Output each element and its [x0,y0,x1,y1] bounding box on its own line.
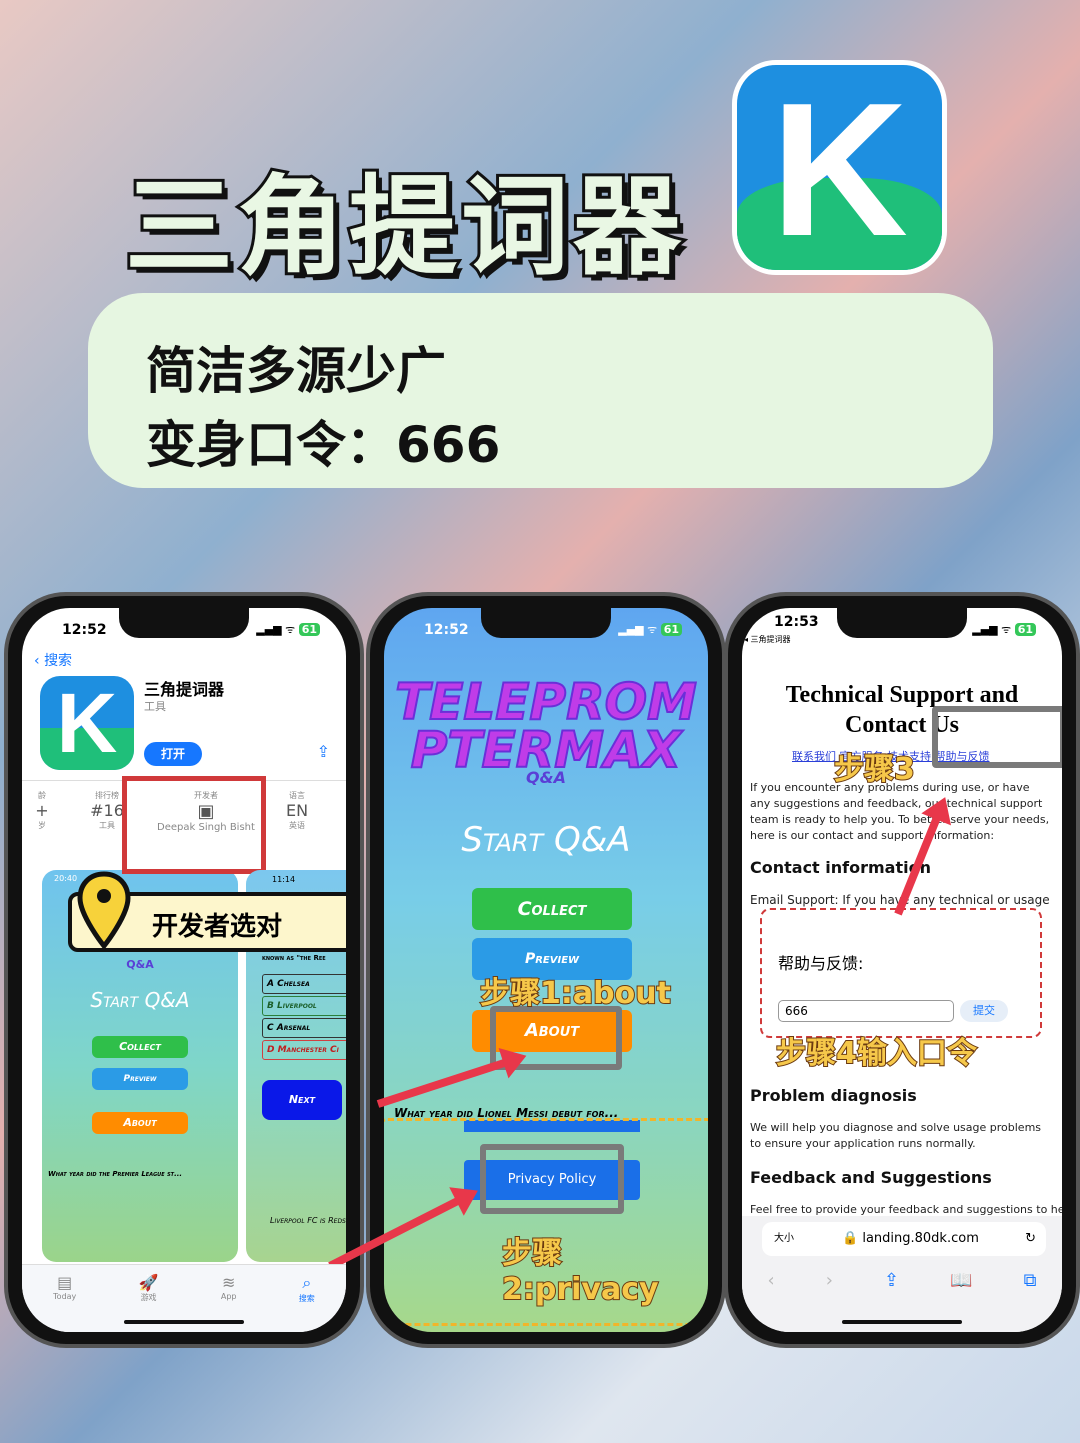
shot2-time: 11:14 [272,875,296,884]
step-1-label: 步骤1:about [479,975,672,1012]
url-text: landing.80dk.com [862,1231,979,1246]
phone-support-page: 12:53 ◂ 三角提词器 ▂▄▆ ᯤ 61 Technical Support… [724,592,1080,1348]
link-contact[interactable]: 联系我们 [792,750,836,763]
forward-icon[interactable]: › [826,1270,833,1291]
safari-toolbar: ‹ › ⇪ 📖 ⧉ [742,1270,1062,1291]
step-4-label: 步骤4输入口令 [775,1035,978,1072]
layers-icon: ≋ [221,1273,236,1292]
back-button[interactable]: ‹ 搜索 [34,650,72,670]
lock-icon: 🔒 [842,1231,859,1246]
stat-language: 语言 EN 英语 [285,791,309,830]
tab-today[interactable]: ▤ Today [53,1273,76,1332]
share-icon[interactable]: ⇪ [317,742,330,761]
tab-search[interactable]: ⌕ 搜索 [299,1273,315,1332]
passcode-line: 变身口令：666 [146,416,501,474]
tagline: 简洁多源少广 [146,342,446,400]
text-size-button[interactable]: 大小 [774,1222,794,1256]
status-time: 12:52 [62,622,107,638]
location-pin-icon [74,870,134,951]
bookmarks-icon[interactable]: 📖 [950,1270,972,1291]
step-3-label: 步骤3 [833,751,916,788]
address-bar[interactable]: 大小 🔒 landing.80dk.com ↻ [762,1222,1046,1256]
app-logo: TELEPROM PTERMAX [394,673,698,779]
phone-app-store: 12:52 ▂▄▆ ᯤ 61 ‹ 搜索 K 三角提词器 工具 打开 ⇪ 龄 + 岁 … [4,592,364,1348]
status-icons: ▂▄▆ ᯤ 61 [256,622,320,637]
submit-button[interactable]: 提交 [960,1000,1008,1022]
help-feedback-dialog: 帮助与反馈: 666 提交 [760,908,1042,1038]
reload-icon[interactable]: ↻ [1025,1222,1036,1256]
phone-teleprompter-app: 12:52 ▂▄▆ ᯤ 61 TELEPROM PTERMAX Q&A Start… [366,592,726,1348]
search-icon: ⌕ [302,1273,312,1292]
rocket-icon: 🚀 [138,1273,159,1292]
app-category: 工具 [144,700,166,713]
collect-button[interactable]: Collect [472,888,632,930]
back-icon[interactable]: ‹ [768,1270,775,1291]
app-name: 三角提词器 [144,680,225,699]
page-title: 三角提词器 [122,162,686,293]
open-button[interactable]: 打开 [144,742,202,766]
share-icon[interactable]: ⇪ [884,1270,899,1291]
passcode-input[interactable]: 666 [778,1000,954,1022]
back-to-app[interactable]: ◂ 三角提词器 [744,634,791,645]
k-app-icon: K [732,60,947,275]
tabs-icon[interactable]: ⧉ [1024,1270,1037,1291]
info-panel: 简洁多源少广 变身口令：666 [88,293,993,488]
step-2-label: 步骤2:privacy [501,1235,660,1308]
app-icon: K [40,676,134,770]
next-button: Next [262,1080,342,1120]
